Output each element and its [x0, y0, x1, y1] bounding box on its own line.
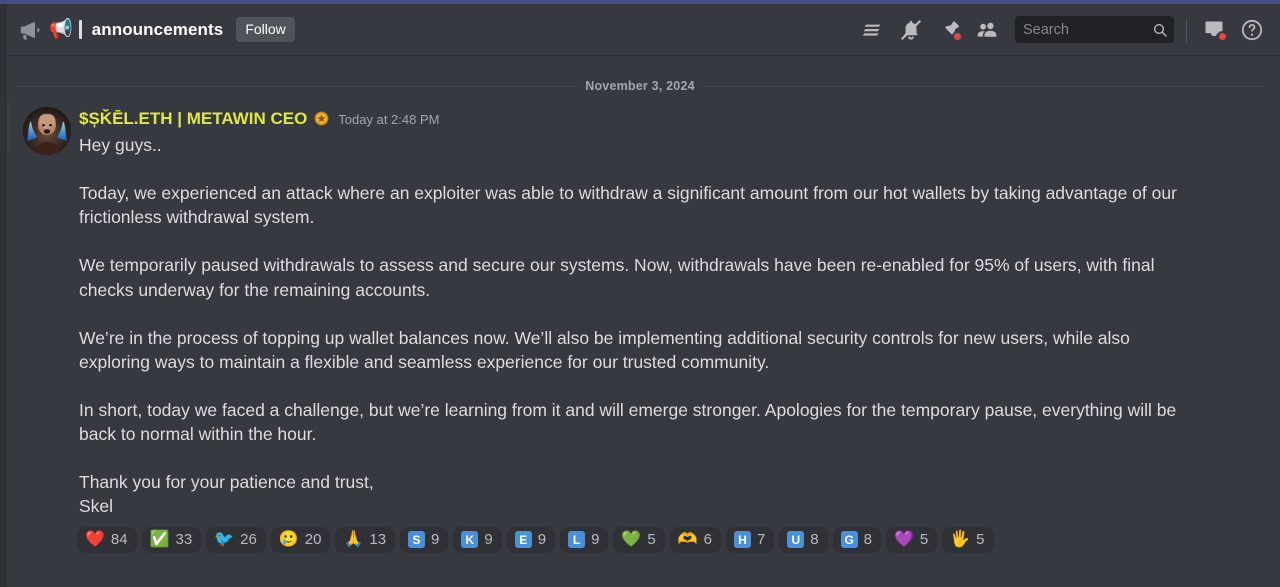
date-divider: November 3, 2024 [16, 71, 1264, 101]
reaction-count: 6 [703, 531, 712, 549]
message-header: $ȘǨĒL.ETH | METAWIN CEO Today at 2:48 P… [79, 108, 1264, 132]
reaction-count: 9 [484, 531, 493, 549]
reaction-raised-hand-high-five[interactable]: 🖐️ 5 [942, 526, 994, 553]
message-paragraph: In short, today we faced a challenge, bu… [79, 399, 1177, 445]
notifications-muted-icon[interactable] [892, 13, 930, 47]
message-paragraph: Thank you for your patience and trust, [79, 472, 374, 493]
search-icon [1152, 22, 1168, 38]
reaction-regional-indicator-k[interactable]: K9 [453, 526, 502, 553]
reaction-regional-indicator-u[interactable]: U8 [779, 526, 828, 553]
paragraph-spacer [79, 302, 1194, 326]
reaction-white-check-mark[interactable]: ✅ 33 [141, 526, 202, 553]
threads-icon[interactable] [854, 13, 892, 47]
search-input[interactable]: Search [1015, 16, 1174, 43]
megaphone-emoji-icon: 📢 [49, 19, 73, 40]
reaction-regional-indicator-e[interactable]: E9 [506, 526, 556, 553]
chat-message: $ȘǨĒL.ETH | METAWIN CEO Today at 2:48 P… [7, 100, 1280, 553]
reaction-folded-hands[interactable]: 🙏 13 [335, 526, 396, 553]
message-timestamp: Today at 2:48 PM [338, 112, 440, 127]
message-accent-bar [7, 100, 10, 152]
avatar[interactable] [23, 107, 71, 155]
member-list-icon[interactable] [968, 13, 1006, 47]
folded-hands-icon: 🙏 [343, 530, 364, 548]
reaction-bar: ❤️ 84 ✅ 33 🐦 26 🥲 20 🙏 13 S 9 K 9 E 9 L 9 💚 5 🫶 6 H 7 U 8 G 8 💜 5 🖐️ 5 [77, 526, 1264, 553]
header-separator [78, 20, 82, 39]
message-paragraph: Today, we experienced an attack where an… [79, 183, 1177, 228]
reaction-count: 8 [863, 531, 872, 549]
page-title: announcements [91, 19, 224, 39]
message-paragraph: We temporarily paused withdrawals to ass… [79, 255, 1155, 300]
reaction-count: 26 [240, 531, 257, 549]
reaction-count: 20 [304, 531, 322, 549]
reaction-count: 8 [810, 531, 819, 549]
reaction-count: 9 [591, 531, 600, 549]
regional-indicator-s-icon: S [408, 531, 426, 549]
regional-indicator-g-icon: G [840, 531, 858, 549]
sidebar-edge-sliver [0, 4, 7, 587]
channel-header-toolbar: Search [854, 13, 1271, 47]
reaction-count: 9 [537, 531, 547, 549]
reaction-count: 7 [756, 531, 766, 549]
green-heart-icon: 💚 [621, 530, 642, 548]
reaction-regional-indicator-h[interactable]: H7 [725, 526, 775, 553]
purple-heart-icon: 💜 [893, 530, 914, 548]
message-body: Hey guys.. Today, we experienced an atta… [79, 133, 1264, 519]
discord-app-window: 📢 announcements Follow Search November 3… [0, 0, 1280, 587]
reaction-red-heart[interactable]: ❤️ 84 [77, 526, 137, 553]
reaction-heart-hands[interactable]: 🫶 6 [669, 526, 721, 553]
paragraph-spacer [79, 374, 1194, 398]
message-paragraph: We’re in the process of topping up walle… [79, 327, 1130, 372]
reaction-count: 13 [369, 531, 387, 549]
reaction-count: 84 [110, 531, 128, 549]
paragraph-spacer [79, 229, 1194, 253]
help-icon[interactable] [1233, 13, 1271, 47]
announcement-channel-icon [18, 18, 42, 42]
message-scroller[interactable]: November 3, 2024 $ȘǨĒL.ETH | METAWIN CE… [7, 57, 1280, 587]
paragraph-spacer [79, 157, 1194, 181]
heart-hands-icon: 🫶 [677, 530, 698, 548]
regional-indicator-l-icon: L [568, 531, 586, 549]
reaction-smiling-face-with-tear[interactable]: 🥲 20 [270, 526, 331, 553]
red-heart-icon: ❤️ [85, 530, 105, 548]
reaction-count: 5 [919, 531, 929, 549]
blue-custom-emoji-icon: 🐦 [214, 530, 235, 548]
regional-indicator-k-icon: K [461, 531, 479, 549]
toolbar-divider [1186, 17, 1187, 42]
inbox-icon[interactable] [1195, 13, 1233, 47]
search-placeholder: Search [1023, 21, 1069, 38]
reaction-regional-indicator-l[interactable]: L9 [560, 526, 609, 553]
reaction-blue-custom-emoji[interactable]: 🐦 26 [206, 526, 266, 553]
message-paragraph: Hey guys.. [79, 135, 162, 155]
regional-indicator-u-icon: U [787, 531, 805, 549]
reaction-green-heart[interactable]: 💚 5 [613, 526, 665, 553]
follow-button[interactable]: Follow [236, 16, 295, 43]
reaction-regional-indicator-s[interactable]: S9 [400, 526, 449, 553]
reaction-regional-indicator-g[interactable]: G8 [832, 526, 881, 553]
channel-header: 📢 announcements Follow Search [7, 4, 1280, 56]
regional-indicator-e-icon: E [514, 531, 532, 549]
reaction-count: 9 [431, 531, 440, 549]
reaction-purple-heart[interactable]: 💜 5 [885, 526, 938, 553]
reaction-count: 5 [647, 531, 656, 549]
channel-header-left: 📢 announcements Follow [18, 16, 295, 43]
paragraph-spacer [79, 446, 1194, 470]
date-divider-label: November 3, 2024 [579, 79, 701, 93]
pinned-messages-icon[interactable] [930, 13, 968, 47]
message-author[interactable]: $ȘǨĒL.ETH | METAWIN CEO [79, 108, 307, 129]
raised-hand-high-five-icon: 🖐️ [950, 530, 971, 548]
reaction-count: 5 [976, 531, 985, 549]
inbox-unread-dot [1217, 30, 1228, 42]
server-owner-badge-icon[interactable] [314, 111, 329, 126]
regional-indicator-h-icon: H [733, 531, 751, 549]
white-check-mark-icon: ✅ [149, 530, 170, 548]
pinned-unread-dot [952, 30, 963, 42]
reaction-count: 33 [175, 531, 193, 549]
message-signature: Skel [79, 496, 114, 517]
smiling-face-with-tear-icon: 🥲 [278, 530, 299, 548]
